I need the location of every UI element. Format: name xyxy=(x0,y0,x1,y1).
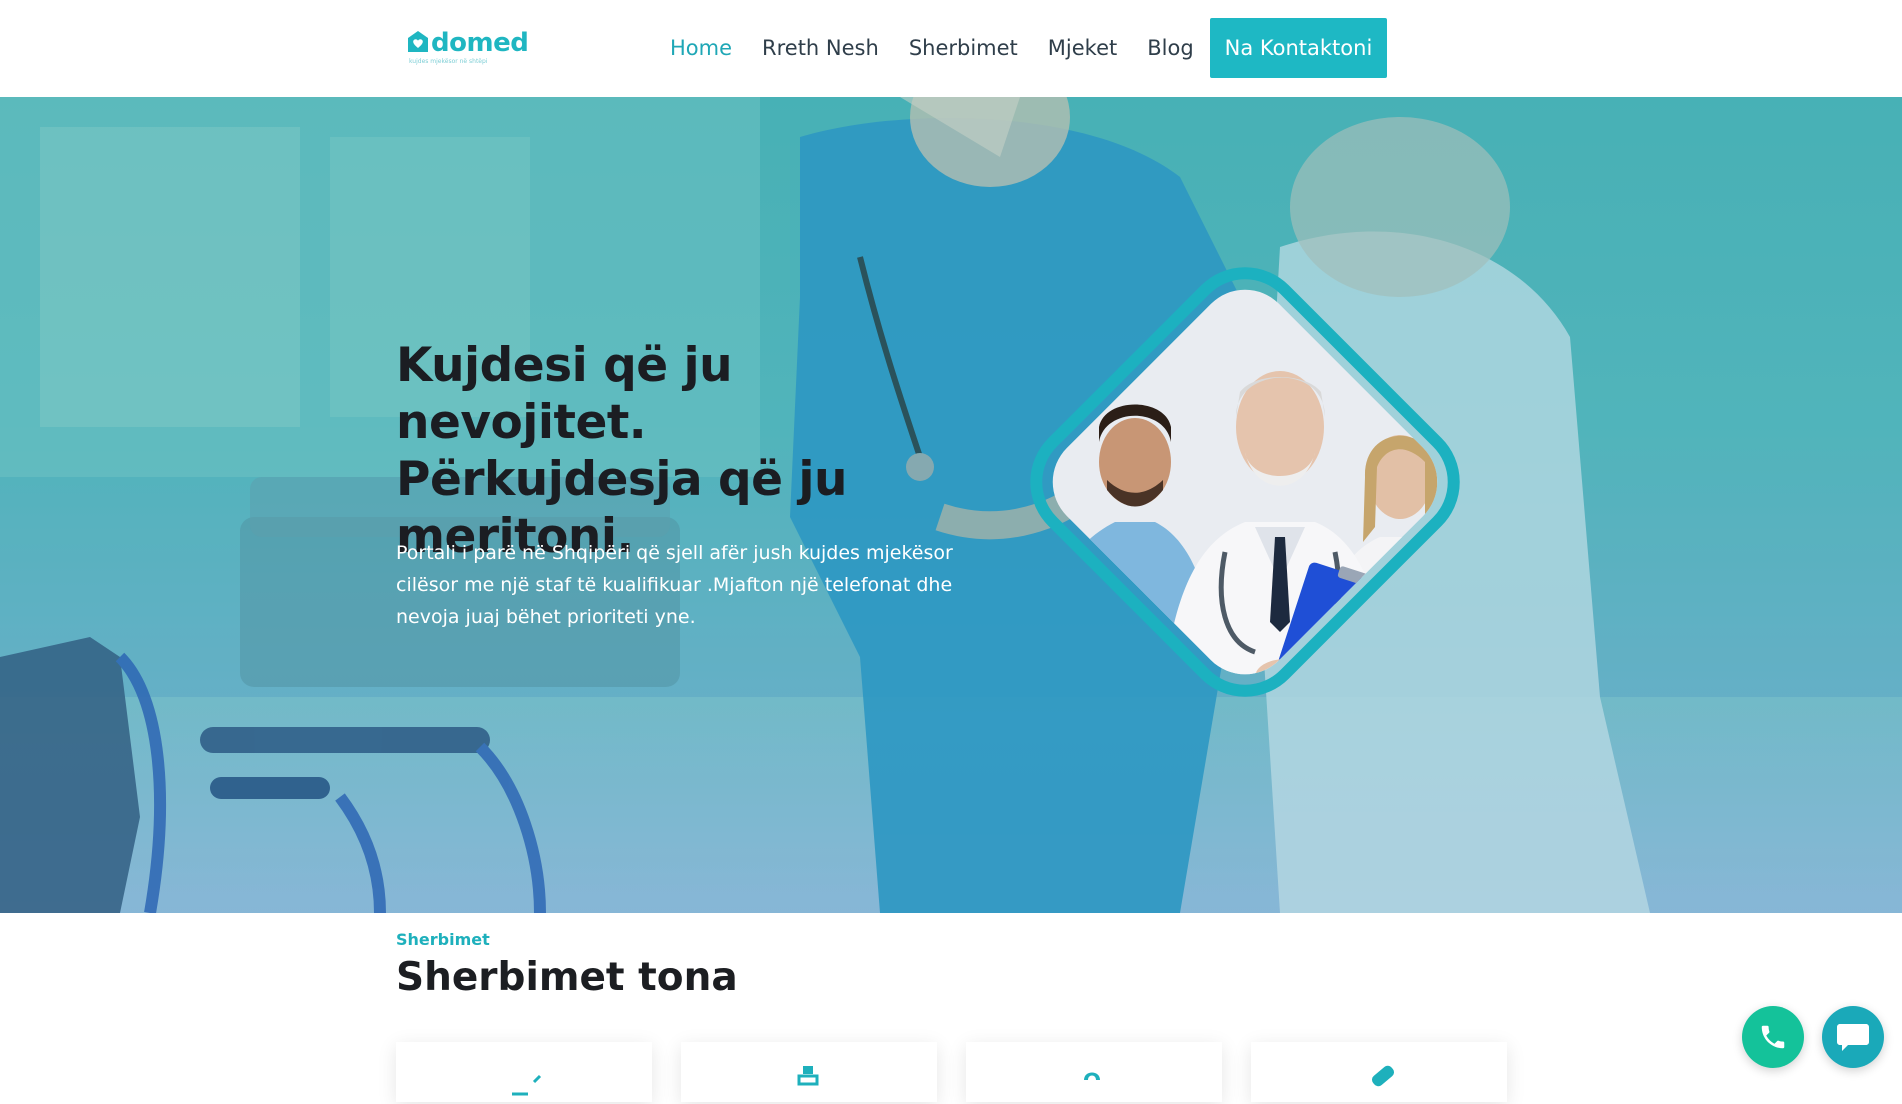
hero-title-line-1: Kujdesi që ju nevojitet. xyxy=(396,338,733,450)
doctors-diamond-image xyxy=(985,222,1505,742)
services-section-tag: Sherbimet xyxy=(396,930,490,949)
services-section-title: Sherbimet tona xyxy=(396,955,738,1000)
service-cards xyxy=(396,1042,1536,1102)
site-header: domed kujdes mjekësor në shtëpi Home Rre… xyxy=(0,0,1902,97)
service-card[interactable] xyxy=(396,1042,652,1102)
medical-chart-icon xyxy=(797,1066,819,1086)
contact-button[interactable]: Na Kontaktoni xyxy=(1209,18,1388,78)
bandage-icon xyxy=(1371,1065,1395,1087)
nav-blog[interactable]: Blog xyxy=(1147,36,1193,60)
logo[interactable]: domed kujdes mjekësor në shtëpi xyxy=(407,28,529,68)
logo-tagline: kujdes mjekësor në shtëpi xyxy=(409,58,488,65)
service-card[interactable] xyxy=(966,1042,1222,1102)
main-nav: Home Rreth Nesh Sherbimet Mjeket Blog Na… xyxy=(670,18,1388,78)
hero-section: Kujdesi që ju nevojitet. Përkujdesja që … xyxy=(0,97,1902,913)
call-button[interactable] xyxy=(1742,1006,1804,1068)
stethoscope-icon xyxy=(512,1074,542,1096)
nav-mjeket[interactable]: Mjeket xyxy=(1048,36,1117,60)
hero-title: Kujdesi që ju nevojitet. Përkujdesja që … xyxy=(396,337,996,565)
logo-text: domed xyxy=(431,28,529,58)
hero-description: Portali i parë në Shqipëri që sjell afër… xyxy=(396,542,953,628)
chat-button[interactable] xyxy=(1822,1006,1884,1068)
nav-sherbimet[interactable]: Sherbimet xyxy=(909,36,1018,60)
hero-title-line-2: Përkujdesja që ju xyxy=(396,452,847,507)
house-heart-icon xyxy=(408,31,428,52)
nav-home[interactable]: Home xyxy=(670,36,732,60)
chat-icon xyxy=(1837,1024,1869,1051)
service-card[interactable] xyxy=(1251,1042,1507,1102)
phone-icon xyxy=(1761,1025,1785,1049)
nav-rreth-nesh[interactable]: Rreth Nesh xyxy=(762,36,879,60)
service-card[interactable] xyxy=(681,1042,937,1102)
doctor-icon xyxy=(1084,1072,1100,1080)
